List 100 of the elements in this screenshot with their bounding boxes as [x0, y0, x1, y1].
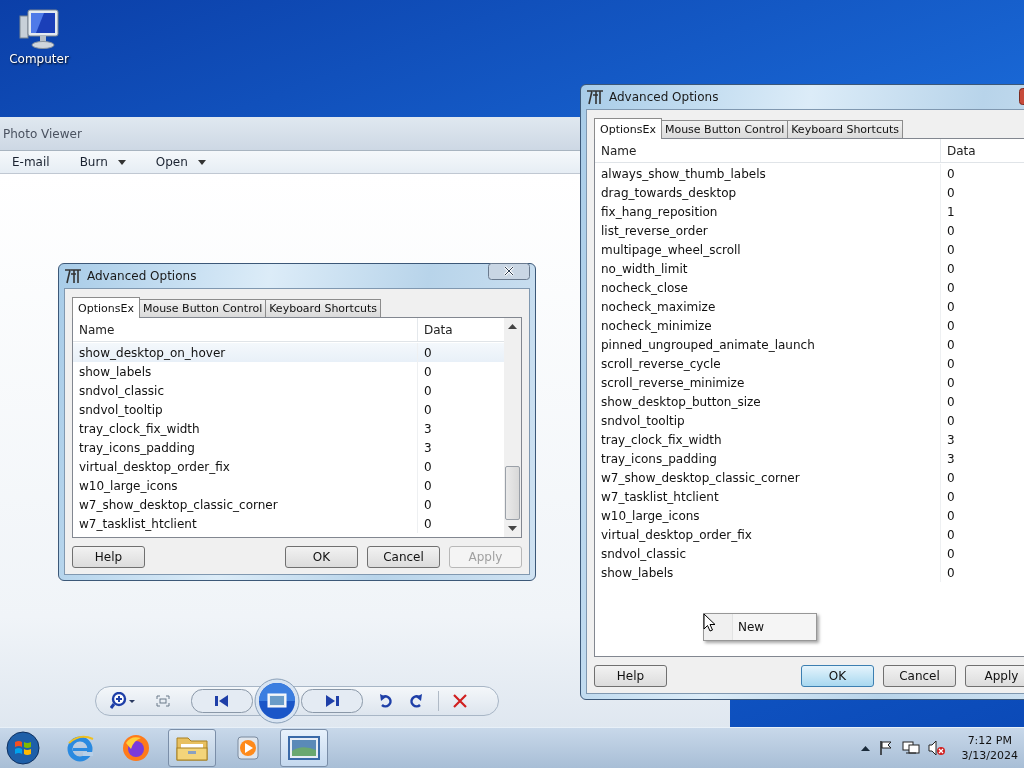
- option-value: 1: [940, 202, 955, 221]
- next-icon[interactable]: [301, 689, 363, 713]
- list-row[interactable]: tray_clock_fix_width 3: [73, 419, 504, 438]
- clock[interactable]: 7:12 PM 3/13/2024: [961, 733, 1018, 763]
- zoom-icon[interactable]: [110, 692, 136, 710]
- list-row[interactable]: virtual_desktop_order_fix 0: [73, 457, 504, 476]
- computer-icon[interactable]: [16, 8, 62, 50]
- photo-icon[interactable]: [287, 735, 321, 761]
- list-row[interactable]: w7_tasklist_htclient 0: [73, 514, 504, 533]
- option-value: 0: [940, 544, 955, 563]
- tab[interactable]: Mouse Button Control: [138, 299, 267, 317]
- volume-muted-icon[interactable]: [927, 740, 946, 756]
- list-row[interactable]: scroll_reverse_minimize 0: [595, 373, 1024, 392]
- list-row[interactable]: nocheck_maximize 0: [595, 297, 1024, 316]
- fox-browser-icon[interactable]: [121, 733, 151, 763]
- flag-icon[interactable]: [877, 740, 894, 756]
- option-name: nocheck_close: [600, 280, 689, 295]
- dialog-button[interactable]: Cancel: [367, 546, 440, 568]
- list-row[interactable]: fix_hang_reposition 1: [595, 202, 1024, 221]
- list-row[interactable]: sndvol_classic 0: [595, 544, 1024, 563]
- tab[interactable]: Keyboard Shortcuts: [265, 299, 381, 317]
- list-row[interactable]: w7_show_desktop_classic_corner 0: [595, 468, 1024, 487]
- column-header[interactable]: Data: [417, 318, 453, 341]
- list-row[interactable]: list_reverse_order 0: [595, 221, 1024, 240]
- list-row[interactable]: nocheck_minimize 0: [595, 316, 1024, 335]
- option-name: show_desktop_button_size: [600, 394, 762, 409]
- option-name: tray_icons_padding: [78, 440, 196, 455]
- list-row[interactable]: show_labels 0: [73, 362, 504, 381]
- option-name: show_labels: [600, 565, 675, 580]
- list-row[interactable]: w7_tasklist_htclient 0: [595, 487, 1024, 506]
- list-row[interactable]: multipage_wheel_scroll 0: [595, 240, 1024, 259]
- list-row[interactable]: scroll_reverse_cycle 0: [595, 354, 1024, 373]
- scroll-up-icon[interactable]: [508, 324, 517, 329]
- dialog-button[interactable]: OK: [285, 546, 358, 568]
- list-row[interactable]: tray_icons_padding 3: [595, 449, 1024, 468]
- option-name: w7_tasklist_htclient: [78, 516, 198, 531]
- dialog-button[interactable]: OK: [801, 665, 874, 687]
- option-name: drag_towards_desktop: [600, 185, 738, 200]
- toolbar-menu[interactable]: Burn: [71, 153, 134, 171]
- fit-window-icon[interactable]: [156, 695, 170, 707]
- option-name: w7_show_desktop_classic_corner: [600, 470, 801, 485]
- option-name: fix_hang_reposition: [600, 204, 719, 219]
- tab[interactable]: OptionsEx: [72, 297, 140, 318]
- column-header[interactable]: Name: [73, 322, 417, 337]
- list-row[interactable]: tray_clock_fix_width 3: [595, 430, 1024, 449]
- menu-item[interactable]: New: [736, 618, 767, 636]
- delete-icon[interactable]: [453, 694, 467, 708]
- list-row[interactable]: sndvol_tooltip 0: [73, 400, 504, 419]
- window-title: Advanced Options: [87, 269, 197, 283]
- option-value: 0: [940, 468, 955, 487]
- tab[interactable]: OptionsEx: [594, 118, 662, 139]
- list-row[interactable]: w7_show_desktop_classic_corner 0: [73, 495, 504, 514]
- toolbar-menu[interactable]: E-mail: [4, 153, 58, 171]
- list-row[interactable]: drag_towards_desktop 0: [595, 183, 1024, 202]
- dialog-button[interactable]: Cancel: [883, 665, 956, 687]
- option-name: show_desktop_on_hover: [78, 345, 227, 360]
- option-value: 3: [417, 419, 432, 438]
- option-name: nocheck_maximize: [600, 299, 717, 314]
- dialog-button[interactable]: Help: [594, 665, 667, 687]
- list-row[interactable]: nocheck_close 0: [595, 278, 1024, 297]
- start-button-icon[interactable]: [6, 731, 40, 765]
- list-row[interactable]: sndvol_classic 0: [73, 381, 504, 400]
- toolbar-menu[interactable]: Open: [147, 153, 214, 171]
- dialog-button[interactable]: Apply: [965, 665, 1024, 687]
- list-row[interactable]: no_width_limit 0: [595, 259, 1024, 278]
- rotate-left-icon[interactable]: [378, 693, 394, 709]
- option-value: 0: [940, 335, 955, 354]
- option-value: 0: [940, 297, 955, 316]
- list-row[interactable]: always_show_thumb_labels 0: [595, 164, 1024, 183]
- scrollbar[interactable]: [504, 318, 521, 537]
- folder-icon[interactable]: [175, 734, 209, 762]
- dialog-button[interactable]: Help: [72, 546, 145, 568]
- list-row[interactable]: w10_large_icons 0: [73, 476, 504, 495]
- network-icon[interactable]: [901, 740, 920, 756]
- list-row[interactable]: show_desktop_button_size 0: [595, 392, 1024, 411]
- scroll-down-icon[interactable]: [508, 526, 517, 531]
- column-header[interactable]: Data: [940, 139, 976, 162]
- tab[interactable]: Mouse Button Control: [660, 120, 789, 138]
- list-row[interactable]: sndvol_tooltip 0: [595, 411, 1024, 430]
- tab[interactable]: Keyboard Shortcuts: [787, 120, 903, 138]
- list-row[interactable]: show_labels 0: [595, 563, 1024, 582]
- previous-icon[interactable]: [191, 689, 253, 713]
- show-hidden-icons-icon[interactable]: [860, 745, 870, 751]
- list-row[interactable]: virtual_desktop_order_fix 0: [595, 525, 1024, 544]
- list-row[interactable]: pinned_ungrouped_animate_launch 0: [595, 335, 1024, 354]
- option-value: 0: [417, 476, 432, 495]
- option-value: 0: [417, 343, 432, 362]
- rotate-right-icon[interactable]: [408, 693, 424, 709]
- option-name: virtual_desktop_order_fix: [78, 459, 231, 474]
- option-name: scroll_reverse_cycle: [600, 356, 722, 371]
- list-row[interactable]: tray_icons_padding 3: [73, 438, 504, 457]
- scroll-thumb[interactable]: [505, 466, 520, 520]
- slideshow-icon[interactable]: [254, 678, 300, 724]
- list-row[interactable]: show_desktop_on_hover 0: [73, 343, 504, 362]
- option-name: w10_large_icons: [600, 508, 701, 523]
- list-row[interactable]: w10_large_icons 0: [595, 506, 1024, 525]
- option-name: tray_clock_fix_width: [600, 432, 723, 447]
- column-header[interactable]: Name: [595, 143, 940, 158]
- option-name: scroll_reverse_minimize: [600, 375, 746, 390]
- option-value: 3: [417, 438, 432, 457]
